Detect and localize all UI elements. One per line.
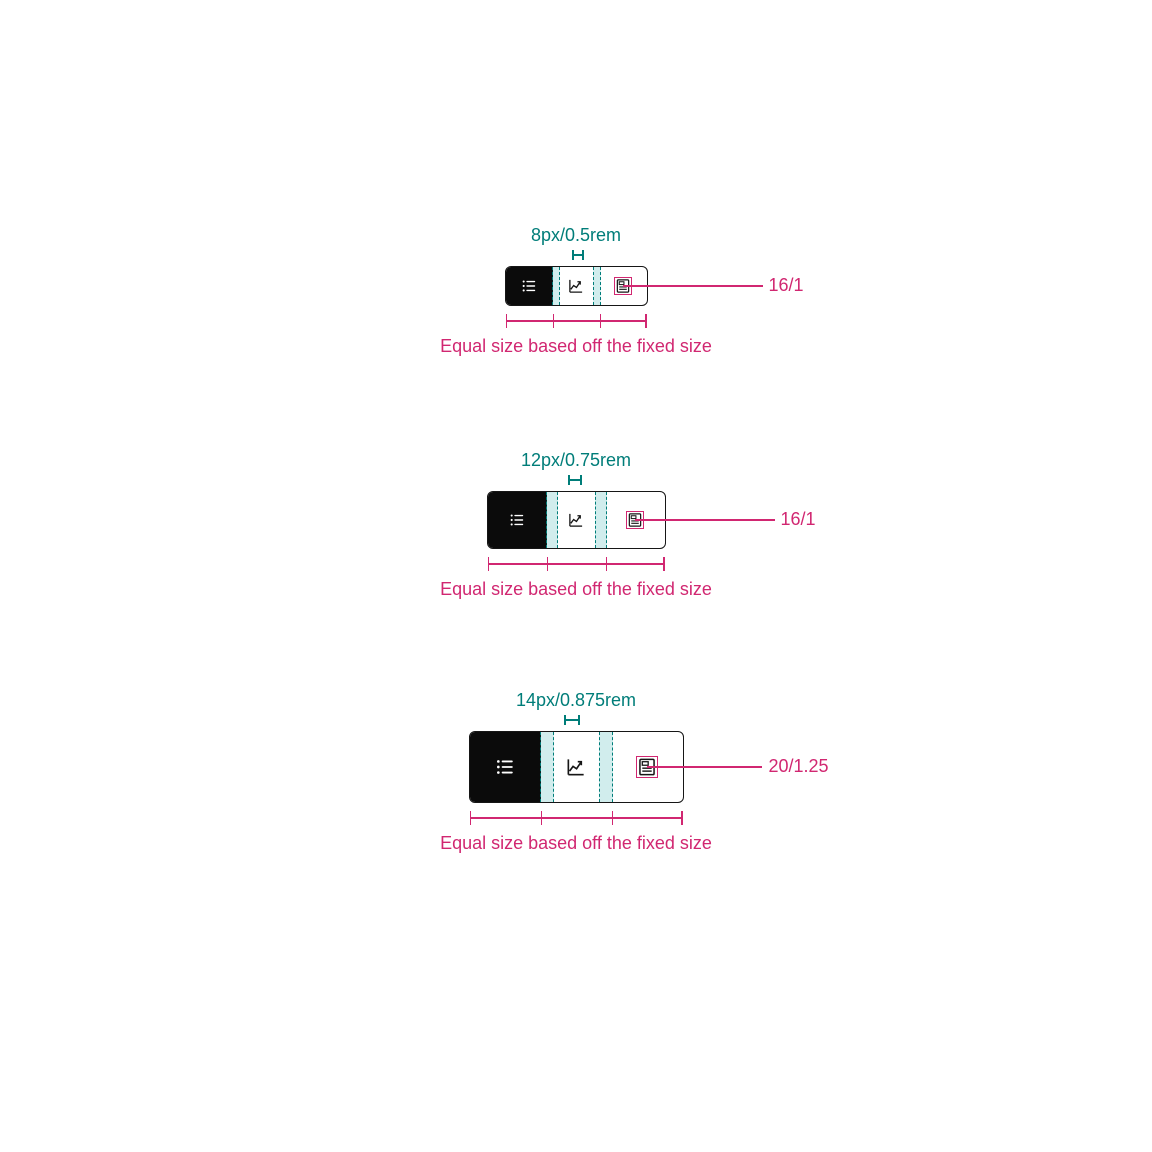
icon-size-label: 20/1.25	[769, 756, 829, 777]
chart-line-icon	[568, 512, 584, 528]
icon-size-label: 16/1	[781, 509, 816, 530]
leader-line	[623, 285, 763, 287]
spacing-label: 14px/0.875rem	[376, 690, 776, 711]
list-icon	[521, 278, 537, 294]
chart-line-icon	[568, 278, 584, 294]
switcher-item-list[interactable]	[506, 267, 553, 305]
switcher-item-list[interactable]	[488, 492, 547, 548]
spec-figure-small: 8px/0.5rem 16/1 Equal siz	[416, 225, 736, 357]
list-icon	[509, 512, 525, 528]
equal-size-bracket	[506, 314, 647, 328]
switcher-item-chart[interactable]	[547, 492, 606, 548]
spec-figure-large: 14px/0.875rem 20/1.25 Equal size ba	[376, 690, 776, 854]
switcher-item-chart[interactable]	[553, 267, 600, 305]
switcher-item-chart[interactable]	[541, 732, 612, 802]
padding-bracket	[572, 250, 584, 260]
padding-bracket	[564, 715, 580, 725]
padding-bracket	[568, 475, 582, 485]
leader-line	[647, 766, 762, 768]
spec-figure-medium: 12px/0.75rem 16/1 Equal size based	[396, 450, 756, 600]
caption: Equal size based off the fixed size	[376, 833, 776, 854]
caption: Equal size based off the fixed size	[396, 579, 756, 600]
spacing-label: 12px/0.75rem	[396, 450, 756, 471]
equal-size-bracket	[470, 811, 683, 825]
icon-size-label: 16/1	[769, 275, 804, 296]
caption: Equal size based off the fixed size	[416, 336, 736, 357]
leader-line	[635, 519, 775, 521]
list-icon	[495, 757, 515, 777]
chart-line-icon	[566, 757, 586, 777]
spacing-label: 8px/0.5rem	[416, 225, 736, 246]
switcher-item-list[interactable]	[470, 732, 541, 802]
equal-size-bracket	[488, 557, 665, 571]
